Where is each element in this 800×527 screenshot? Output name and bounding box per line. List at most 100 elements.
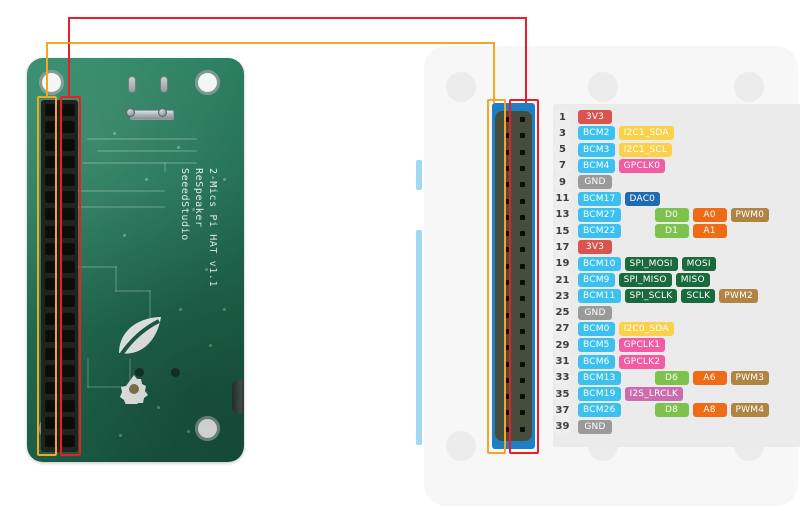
- pin-function-tag: BCM9: [578, 273, 615, 287]
- hat-mounting-hole: [195, 70, 220, 95]
- tag-spacer: [625, 371, 651, 385]
- pin-function-tag: D1: [654, 224, 689, 239]
- pin-row-odd: 21 BCM9 SPI_MISO MISO: [549, 270, 712, 290]
- microphone-hole: [160, 76, 168, 93]
- pin-function-tag: I2C1_SDA: [618, 126, 674, 141]
- pin-function-tag: BCM17: [578, 191, 621, 206]
- pin-function-tag: I2S_LRCLK: [624, 387, 683, 402]
- pi-odd-column-highlight: [509, 99, 539, 454]
- pi-mounting-hole: [734, 72, 764, 102]
- pcb-trace: [82, 162, 197, 164]
- pin-function-tag: SPI_SCLK: [624, 289, 678, 304]
- pin-function-tag: BCM2: [578, 126, 615, 141]
- left-bus-line: [416, 160, 422, 190]
- pin-row-odd: 17 3V3: [549, 237, 614, 257]
- pcb-trace: [87, 138, 197, 140]
- pin-function-tag: BCM19: [578, 387, 621, 402]
- pin-function-tag: BCM0: [578, 321, 615, 336]
- pin-row-odd: 9 GND: [549, 172, 614, 192]
- pin-function-tag: BCM27: [578, 207, 621, 222]
- pinout-diagram: SeeedStudio ReSpeaker 2-Mics Pi HAT v1.1…: [0, 0, 800, 527]
- pin-function-tag: A1: [692, 224, 727, 239]
- pin-row-odd: 13 BCM27 D0 A0 PWM0: [549, 205, 771, 225]
- pin-row-odd: 19 BCM10 SPI_MOSI MOSI: [549, 254, 718, 274]
- pin-row-odd: 15 BCM22 D1 A1: [549, 221, 729, 241]
- pin-function-tag: GPCLK2: [618, 354, 666, 369]
- pin-function-tag: DAC0: [624, 191, 661, 206]
- pin-row-odd: 25 GND: [549, 303, 614, 323]
- pin-function-tag: D6: [654, 370, 689, 385]
- pin-function-tag: GND: [578, 419, 612, 434]
- microphone-hole: [128, 76, 136, 93]
- pin-function-tag: PWM2: [719, 289, 758, 304]
- pin-row-odd: 29 BCM5 GPCLK1: [549, 335, 667, 355]
- hat-even-column-highlight: [37, 96, 57, 456]
- orange-wire-top: [46, 42, 494, 44]
- tag-spacer: [625, 403, 651, 417]
- pin-function-tag: D8: [654, 403, 689, 418]
- pin-row-odd: 7 BCM4 GPCLK0: [549, 156, 667, 176]
- pi-mounting-hole: [446, 72, 476, 102]
- pin-function-tag: A8: [692, 403, 727, 418]
- tag-spacer: [625, 208, 651, 222]
- pin-function-tag: BCM26: [578, 403, 621, 418]
- pin-row-odd: 35 BCM19 I2S_LRCLK: [549, 384, 685, 404]
- component-pad: [171, 368, 180, 377]
- solder-pad: [126, 108, 135, 117]
- pin-function-tag: BCM5: [578, 338, 615, 353]
- pin-function-tag: MOSI: [681, 256, 716, 271]
- orange-wire-left: [46, 42, 48, 98]
- pin-function-tag: GND: [578, 175, 612, 190]
- hat-odd-column-highlight: [60, 96, 81, 456]
- pcb-trace: [164, 162, 166, 172]
- pin-function-tag: SPI_MOSI: [624, 256, 678, 271]
- pin-function-tag: PWM4: [730, 403, 770, 418]
- pin-function-tag: BCM10: [578, 256, 621, 271]
- pin-function-tag: BCM22: [578, 224, 621, 239]
- pin-row-odd: 11 BCM17 DAC0: [549, 189, 662, 208]
- pin-row-odd: 1 3V3: [549, 107, 614, 127]
- pin-function-tag: BCM6: [578, 354, 615, 369]
- tag-spacer: [625, 224, 651, 238]
- pin-function-tag: BCM3: [578, 142, 615, 157]
- usb-connector: [130, 110, 174, 120]
- silkscreen-line-2: ReSpeaker: [193, 168, 204, 228]
- red-wire-left: [68, 17, 70, 98]
- pin-row-odd: 39 GND: [549, 417, 614, 437]
- silkscreen-line-1: SeeedStudio: [179, 168, 190, 241]
- pi-mounting-hole: [446, 431, 476, 461]
- pin-row-odd: 33 BCM13 D6 A6 PWM3: [549, 368, 771, 388]
- pin-function-tag: 3V3: [578, 110, 612, 124]
- pin-function-tag: 3V3: [578, 240, 612, 255]
- pin-function-tag: MISO: [675, 273, 710, 287]
- pcb-trace: [97, 150, 197, 152]
- pin-row-odd: 27 BCM0 I2C0_SDA: [549, 319, 676, 339]
- pi-even-column-highlight: [487, 99, 506, 454]
- pcb-trace: [77, 266, 117, 268]
- pin-function-tag: GPCLK1: [618, 338, 666, 353]
- solder-pad: [158, 108, 167, 117]
- seeed-logo-icon: [119, 317, 161, 357]
- pin-function-tag: GPCLK0: [618, 158, 666, 173]
- pin-number: 39: [553, 417, 572, 437]
- hat-mounting-hole: [195, 416, 220, 441]
- pin-function-tag: A0: [692, 207, 727, 222]
- pin-function-tag: PWM0: [730, 207, 770, 222]
- pin-row-odd: 5 BCM3 I2C1_SCL: [549, 140, 674, 160]
- pin-row-odd: 37 BCM26 D8 A8 PWM4: [549, 400, 771, 420]
- pin-function-tag: GND: [578, 305, 612, 320]
- pin-row-odd: 31 BCM6 GPCLK2: [549, 352, 667, 371]
- pcb-trace: [77, 206, 165, 208]
- pin-function-tag: D0: [654, 207, 689, 222]
- pin-function-tag: I2C1_SCL: [618, 142, 673, 157]
- pi-mounting-hole: [588, 72, 618, 102]
- pin-function-tag: I2C0_SDA: [618, 321, 674, 336]
- audio-jack: [232, 380, 244, 414]
- pin-function-tag: BCM11: [578, 289, 621, 304]
- pin-function-tag: PWM3: [730, 370, 770, 385]
- pin-function-tag: SPI_MISO: [618, 273, 672, 287]
- silkscreen-line-3: 2-Mics Pi HAT v1.1: [207, 168, 218, 288]
- pcb-trace: [115, 290, 151, 292]
- pcb-trace: [77, 190, 165, 192]
- pcb-trace: [115, 266, 117, 292]
